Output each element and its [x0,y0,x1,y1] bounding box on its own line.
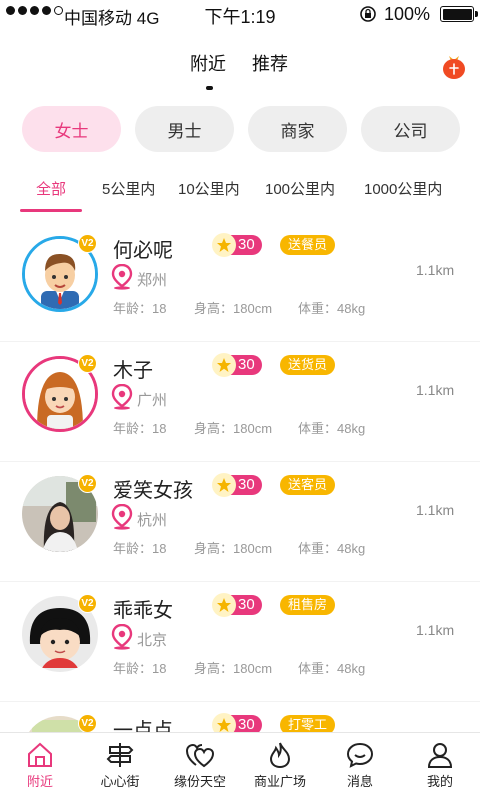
user-name: 爱笑女孩 [113,480,193,502]
star-icon [212,353,236,377]
list-item[interactable]: V2 木子 30 送货员 广州 年龄：18 身高：180cm 体重：48kg 1… [0,342,480,462]
vip-level-badge: V2 [78,714,97,733]
rotation-lock-icon [358,5,378,28]
height: 身高：180cm [194,301,273,316]
star-icon [212,473,236,497]
signpost-icon [106,743,134,767]
filter-chip-merchant[interactable]: 商家 [248,106,347,152]
user-name: 木子 [113,360,153,382]
status-bar: 中国移动 4G 下午1:19 100% [0,0,480,28]
weight: 体重：48kg [298,301,366,316]
star-icon [212,233,236,257]
distance-tab-100km[interactable]: 100公里内 [265,178,335,199]
home-icon [28,742,52,767]
tabbar-item-messages[interactable]: 消息 [320,733,400,800]
tabbar-item-heart-street[interactable]: 心心街 [80,733,160,800]
weight: 体重：48kg [298,421,366,436]
location-pin-icon [111,384,133,410]
location: 北京 [111,624,167,650]
weight: 体重：48kg [298,661,366,676]
job-tag: 租售房 [280,595,336,615]
location-pin-icon [111,624,133,650]
user-icon [427,743,453,768]
distance: 1.1km [416,382,455,398]
job-tag: 送货员 [280,355,336,375]
active-tab-indicator [206,86,213,90]
distance-tab-5km[interactable]: 5公里内 [102,178,155,199]
distance-tab-10km[interactable]: 10公里内 [178,178,240,199]
vip-level-badge: V2 [78,354,97,373]
score-badge: 30 [212,353,262,377]
hearts-icon [185,743,215,768]
vip-level-badge: V2 [78,234,97,253]
chat-bubble-icon [346,742,374,768]
list-item[interactable]: V2 何必呢 30 送餐员 郑州 年龄：18 身高：180cm 体重：48kg … [0,222,480,342]
job-tag: 送餐员 [280,235,336,255]
tab-nearby[interactable]: 附近 [190,50,226,76]
tabbar-item-profile[interactable]: 我的 [400,733,480,800]
age: 年龄：18 [113,541,167,556]
red-envelope-bag-icon[interactable] [440,52,468,85]
score-badge: 30 [212,593,262,617]
bottom-tab-bar: 附近 心心街 缘份天空 商业广场 消息 我的 [0,732,480,800]
distance-filter: 全部 5公里内 10公里内 100公里内 1000公里内 [0,172,480,212]
user-name: 何必呢 [113,240,173,262]
distance: 1.1km [416,502,455,518]
distance: 1.1km [416,262,455,278]
battery-icon [440,6,478,22]
city: 广州 [137,391,168,409]
city: 杭州 [137,511,168,529]
location: 杭州 [111,504,167,530]
score-badge: 30 [212,473,262,497]
list-item[interactable]: V2 乖乖女 30 租售房 北京 年龄：18 身高：180cm 体重：48kg … [0,582,480,702]
vip-level-badge: V2 [78,474,97,493]
location-pin-icon [111,504,133,530]
age: 年龄：18 [113,301,167,316]
job-tag: 送客员 [280,475,336,495]
top-nav: 附近 推荐 [0,44,480,90]
star-icon [212,593,236,617]
height: 身高：180cm [194,421,273,436]
score-badge: 30 [212,233,262,257]
list-item[interactable]: V2 爱笑女孩 30 送客员 杭州 年龄：18 身高：180cm 体重：48kg… [0,462,480,582]
filter-chip-female[interactable]: 女士 [22,106,121,152]
location-pin-icon [111,264,133,290]
category-filter: 女士 男士 商家 公司 [22,106,460,152]
user-list: V2 何必呢 30 送餐员 郑州 年龄：18 身高：180cm 体重：48kg … [0,222,480,800]
tabbar-item-nearby[interactable]: 附近 [0,733,80,800]
flame-icon [269,742,291,769]
user-name: 乖乖女 [113,600,173,622]
filter-chip-company[interactable]: 公司 [361,106,460,152]
distance-tab-indicator [20,209,82,212]
height: 身高：180cm [194,661,273,676]
distance-tab-all[interactable]: 全部 [36,178,66,199]
city: 北京 [137,631,168,649]
distance: 1.1km [416,622,455,638]
tabbar-item-business-plaza[interactable]: 商业广场 [240,733,320,800]
tab-recommend[interactable]: 推荐 [252,50,288,76]
tabbar-item-fate-sky[interactable]: 缘份天空 [160,733,240,800]
vip-level-badge: V2 [78,594,97,613]
weight: 体重：48kg [298,541,366,556]
age: 年龄：18 [113,661,167,676]
city: 郑州 [137,271,168,289]
battery-percent: 100% [384,4,431,24]
filter-chip-male[interactable]: 男士 [135,106,234,152]
location: 郑州 [111,264,167,290]
age: 年龄：18 [113,421,167,436]
distance-tab-1000km[interactable]: 1000公里内 [364,178,442,199]
location: 广州 [111,384,167,410]
height: 身高：180cm [194,541,273,556]
